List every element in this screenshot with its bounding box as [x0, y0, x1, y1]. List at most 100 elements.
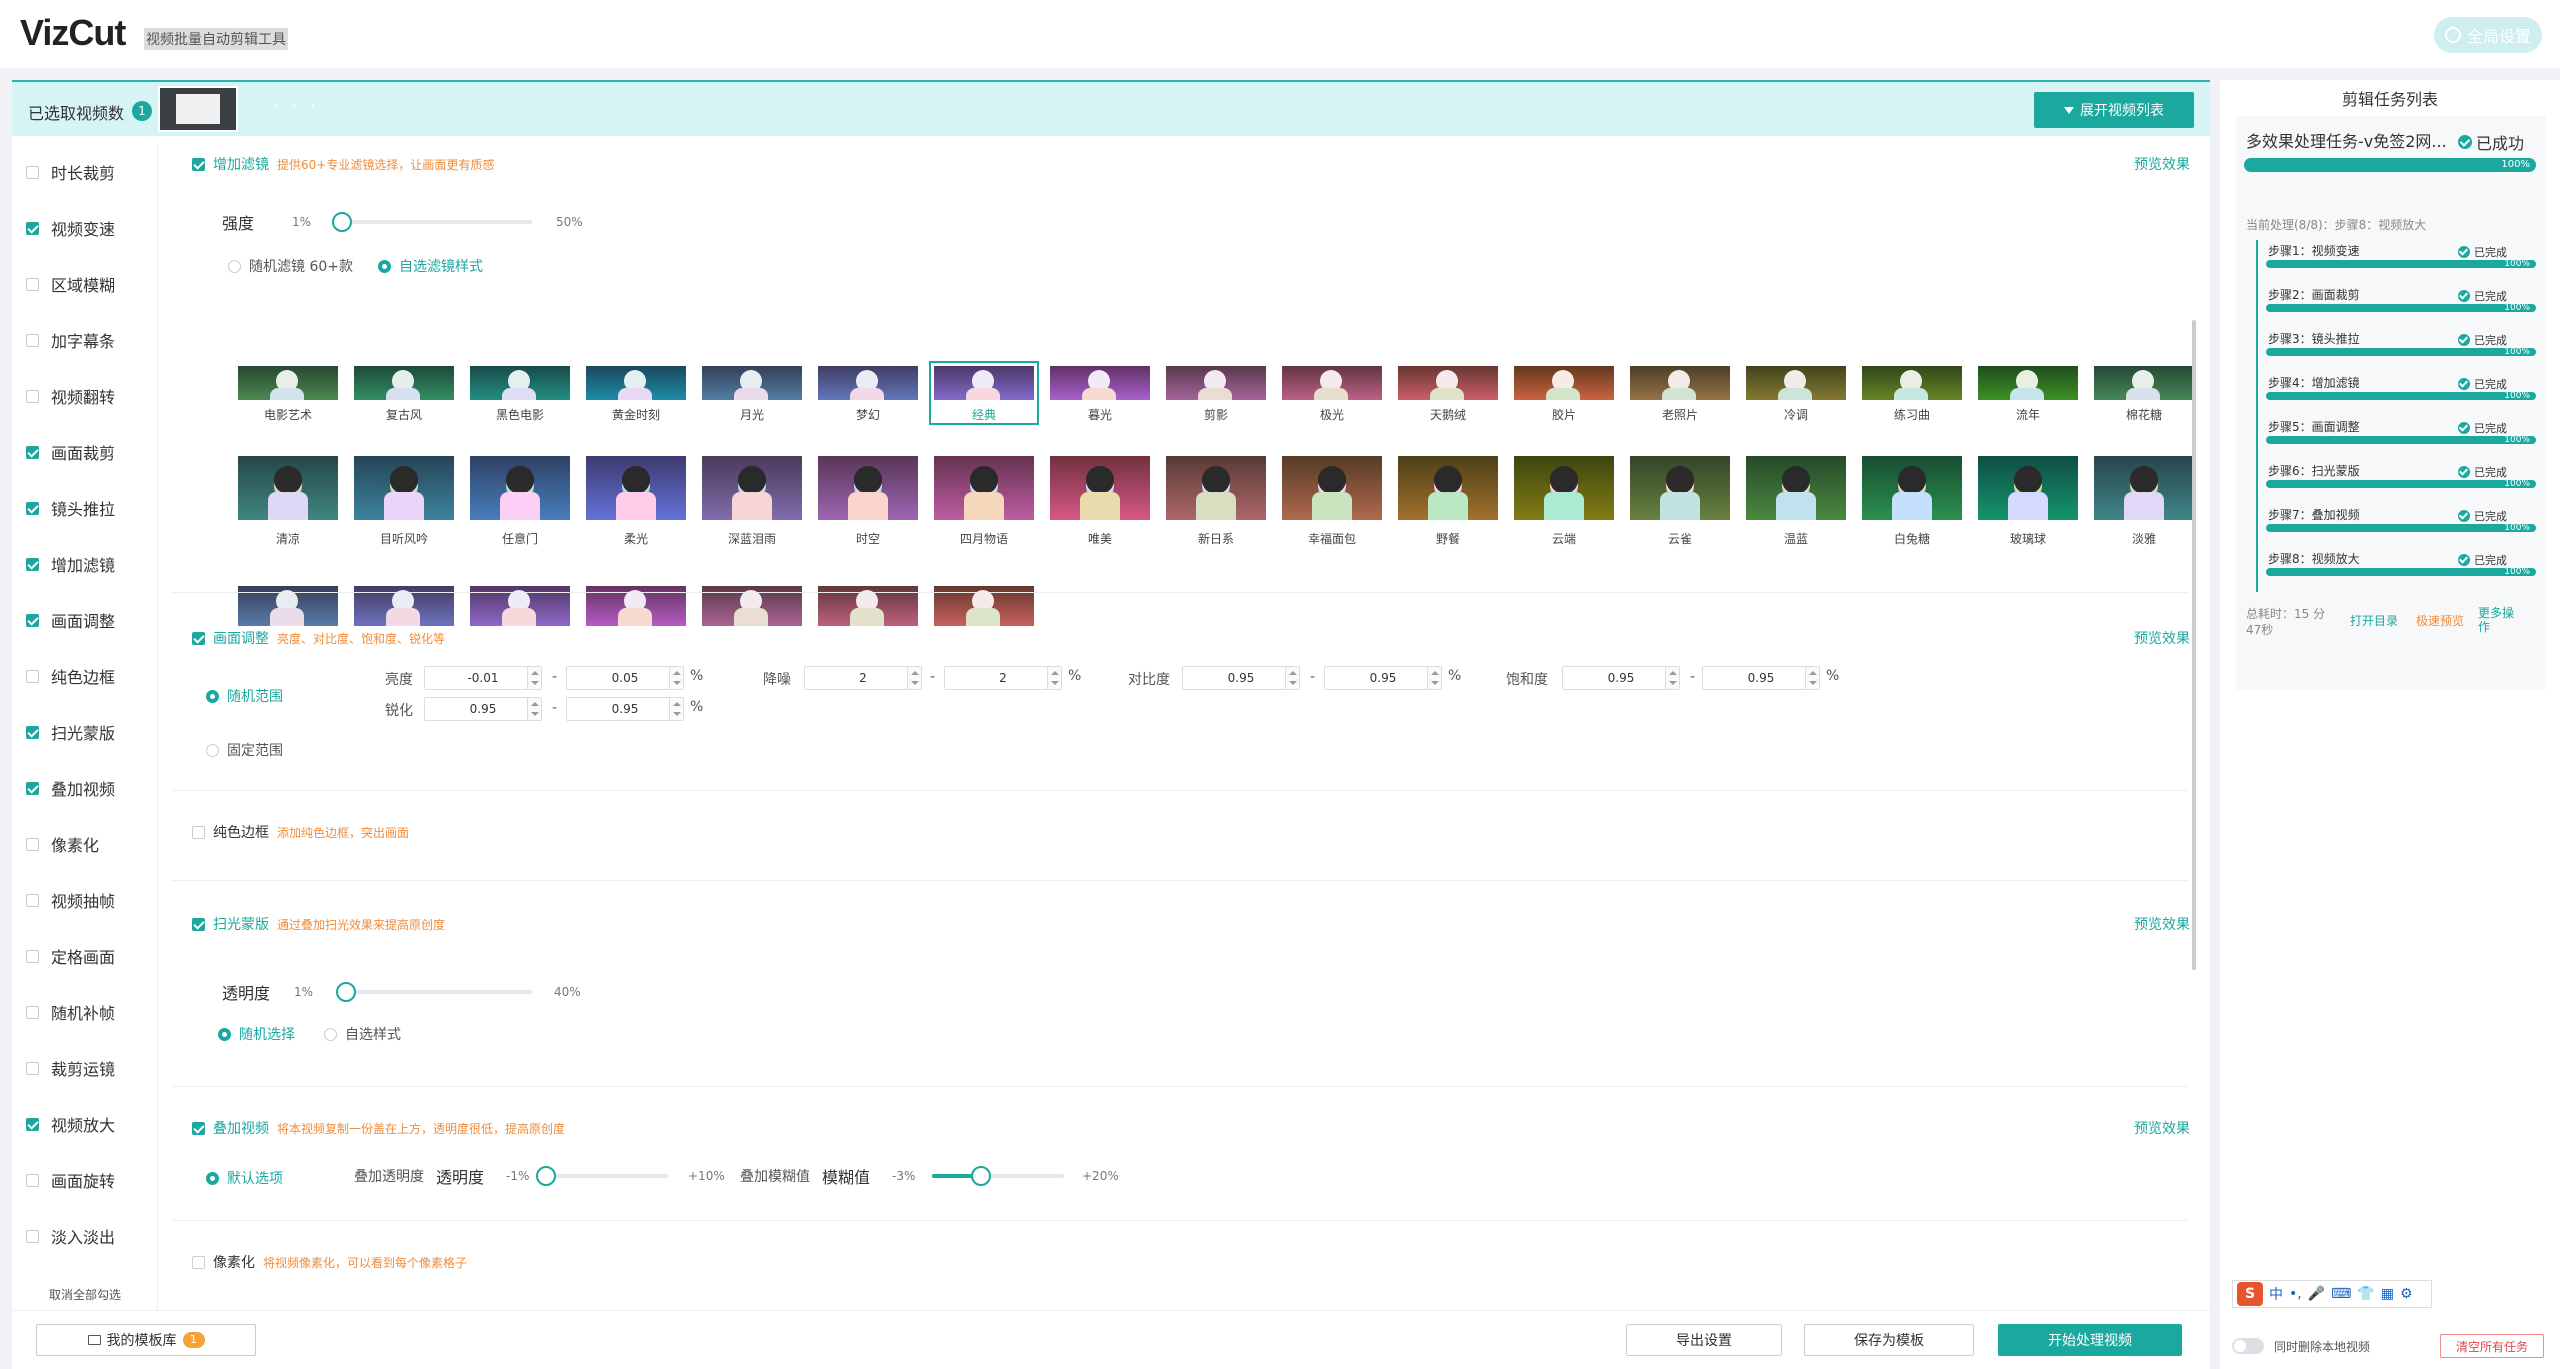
pixelate-checkbox[interactable] — [192, 1255, 205, 1269]
filter-tile[interactable]: 幸福面包 — [1282, 456, 1382, 546]
spin-arrows-icon[interactable] — [1427, 667, 1441, 689]
sidebar-item[interactable]: 叠加视频 — [12, 760, 157, 816]
filter-custom-radio[interactable] — [378, 259, 391, 273]
save-template-button[interactable]: 保存为模板 — [1804, 1324, 1974, 1356]
sidebar-checkbox[interactable] — [26, 389, 39, 403]
ime-settings-icon[interactable]: ⚙ — [2400, 1286, 2413, 1302]
adjust-checkbox[interactable] — [192, 631, 205, 645]
clear-all-checks-link[interactable]: 取消全部勾选 — [12, 1286, 158, 1303]
content-scrollbar[interactable] — [2192, 320, 2196, 970]
sidebar-checkbox[interactable] — [26, 221, 39, 235]
spin-arrows-icon[interactable] — [669, 667, 683, 689]
filter-strength-knob[interactable] — [332, 212, 352, 232]
spin-arrows-icon[interactable] — [1047, 667, 1061, 689]
filter-tile[interactable]: 流年 — [1978, 366, 2078, 422]
sweep-random-radio[interactable] — [218, 1027, 231, 1041]
sidebar-checkbox[interactable] — [26, 1229, 39, 1243]
filter-tile[interactable]: 极光 — [1282, 366, 1382, 422]
adjust-preview-link[interactable]: 预览效果 — [2134, 628, 2190, 648]
filter-tile[interactable]: 白兔糖 — [1862, 456, 1962, 546]
filter-tile[interactable]: 黑色电影 — [470, 366, 570, 422]
sidebar-checkbox[interactable] — [26, 1173, 39, 1187]
expand-video-list-button[interactable]: 展开视频列表 — [2034, 92, 2194, 128]
ime-chinese-toggle[interactable]: 中 — [2269, 1284, 2283, 1304]
filter-custom-option[interactable]: 自选滤镜样式 — [378, 256, 483, 276]
sidebar-checkbox[interactable] — [26, 333, 39, 347]
adjust-fixed-range-option[interactable]: 固定范围 — [206, 740, 283, 760]
sidebar-item[interactable]: 视频抽帧 — [12, 872, 157, 928]
contrast-min-input[interactable]: 0.95 — [1182, 666, 1300, 690]
task-card[interactable]: 多效果处理任务-v免签2网... 已成功 100% 当前处理(8/8)：步骤8：… — [2236, 116, 2546, 690]
filter-tile[interactable]: 淡雅 — [2094, 456, 2194, 546]
ime-toolbar[interactable]: S 中 •, 🎤 ⌨ 👕 ▦ ⚙ — [2232, 1280, 2432, 1308]
sidebar-item[interactable]: 画面调整 — [12, 592, 157, 648]
border-checkbox[interactable] — [192, 825, 205, 839]
filter-tile[interactable]: 天鹅绒 — [1398, 366, 1498, 422]
sidebar-item[interactable]: 像素化 — [12, 816, 157, 872]
filter-tile[interactable]: 深蓝泪雨 — [702, 456, 802, 546]
sidebar-checkbox[interactable] — [26, 781, 39, 795]
filter-tile[interactable]: 冷调 — [1746, 366, 1846, 422]
sidebar-checkbox[interactable] — [26, 725, 39, 739]
ime-mic-icon[interactable]: 🎤 — [2308, 1286, 2325, 1302]
overlay-opacity-track[interactable] — [536, 1166, 668, 1186]
sidebar-item[interactable]: 视频放大 — [12, 1096, 157, 1152]
sweep-opacity-knob[interactable] — [336, 982, 356, 1002]
ime-keyboard-icon[interactable]: ⌨ — [2331, 1286, 2351, 1302]
my-templates-button[interactable]: 我的模板库 1 — [36, 1324, 256, 1356]
overlay-opacity-knob[interactable] — [536, 1166, 556, 1186]
filter-tile[interactable]: 新日系 — [1166, 456, 1266, 546]
filter-checkbox[interactable] — [192, 157, 205, 171]
clear-all-tasks-button[interactable]: 清空所有任务 — [2440, 1334, 2544, 1358]
sidebar-checkbox[interactable] — [26, 949, 39, 963]
filter-tile[interactable]: 月光 — [702, 366, 802, 422]
sidebar-item[interactable]: 纯色边框 — [12, 648, 157, 704]
filter-tile[interactable]: 清凉 — [238, 456, 338, 546]
filter-tile[interactable]: 柔光 — [586, 456, 686, 546]
sidebar-item[interactable]: 淡入淡出 — [12, 1208, 157, 1264]
spin-arrows-icon[interactable] — [1285, 667, 1299, 689]
spin-arrows-icon[interactable] — [1805, 667, 1819, 689]
sidebar-item[interactable]: 画面旋转 — [12, 1152, 157, 1208]
sidebar-item[interactable]: 画面裁剪 — [12, 424, 157, 480]
overlay-blur-knob[interactable] — [971, 1166, 992, 1186]
sharpen-min-input[interactable]: 0.95 — [424, 697, 542, 721]
sidebar-checkbox[interactable] — [26, 837, 39, 851]
spin-arrows-icon[interactable] — [1665, 667, 1679, 689]
filter-tile[interactable]: 云端 — [1514, 456, 1614, 546]
filter-strength-track[interactable] — [332, 212, 532, 232]
sidebar-item[interactable]: 随机补帧 — [12, 984, 157, 1040]
sweep-random-option[interactable]: 随机选择 — [218, 1024, 295, 1044]
ime-grid-icon[interactable]: ▦ — [2381, 1286, 2394, 1302]
denoise-max-input[interactable]: 2 — [944, 666, 1062, 690]
filter-tile[interactable]: 黄金时刻 — [586, 366, 686, 422]
brightness-max-input[interactable]: 0.05 — [566, 666, 684, 690]
overlay-preview-link[interactable]: 预览效果 — [2134, 1118, 2190, 1138]
sidebar-item[interactable]: 镜头推拉 — [12, 480, 157, 536]
filter-tile[interactable]: 练习曲 — [1862, 366, 1962, 422]
sweep-custom-option[interactable]: 自选样式 — [324, 1024, 401, 1044]
global-settings-button[interactable]: 全局设置 — [2434, 17, 2542, 53]
filter-tile[interactable]: 经典 — [929, 361, 1039, 425]
filter-tile[interactable]: 电影艺术 — [238, 366, 338, 422]
filter-tile[interactable]: 胶片 — [1514, 366, 1614, 422]
filter-preview-link[interactable]: 预览效果 — [2134, 154, 2190, 174]
filter-tile[interactable]: 玻璃球 — [1978, 456, 2078, 546]
sweep-opacity-track[interactable] — [336, 982, 532, 1002]
filter-tile[interactable]: 温蓝 — [1746, 456, 1846, 546]
filter-tile[interactable]: 时空 — [818, 456, 918, 546]
overlay-default-option[interactable]: 默认选项 — [206, 1168, 283, 1188]
sidebar-checkbox[interactable] — [26, 445, 39, 459]
sweep-checkbox[interactable] — [192, 917, 205, 931]
filter-tile[interactable]: 四月物语 — [934, 456, 1034, 546]
sweep-preview-link[interactable]: 预览效果 — [2134, 914, 2190, 934]
brightness-min-input[interactable]: -0.01 — [424, 666, 542, 690]
quick-preview-link[interactable]: 极速预览 — [2416, 612, 2464, 629]
sidebar-item[interactable]: 视频翻转 — [12, 368, 157, 424]
sidebar-item[interactable]: 增加滤镜 — [12, 536, 157, 592]
sidebar-item[interactable]: 扫光蒙版 — [12, 704, 157, 760]
delete-local-toggle[interactable] — [2232, 1338, 2264, 1354]
filter-tile[interactable]: 老照片 — [1630, 366, 1730, 422]
sidebar-item[interactable]: 时长裁剪 — [12, 144, 157, 200]
filter-random-option[interactable]: 随机滤镜 60+款 — [228, 256, 353, 276]
